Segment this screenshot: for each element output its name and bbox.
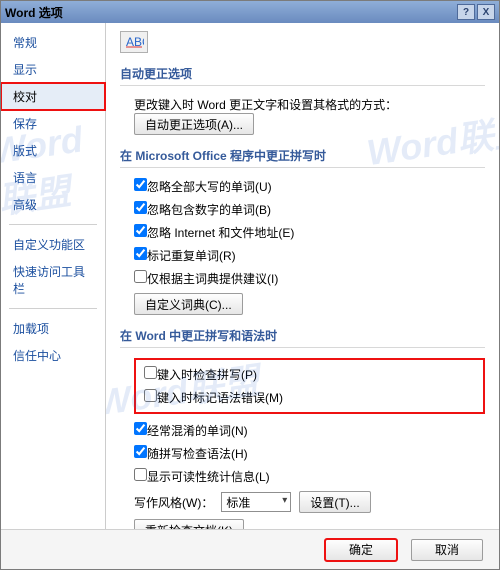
section-office-spell-title: 在 Microsoft Office 程序中更正拼写时 (120, 141, 485, 168)
sidebar-item-save[interactable]: 保存 (1, 110, 105, 137)
help-button[interactable]: ? (457, 4, 475, 20)
window-title: Word 选项 (5, 4, 457, 21)
ignore-internet-label: 忽略 Internet 和文件地址(E) (147, 226, 294, 240)
mark-grammar-typing-label: 键入时标记语法错误(M) (157, 391, 283, 405)
sidebar-item-general[interactable]: 常规 (1, 29, 105, 56)
confused-words-checkbox[interactable] (134, 422, 147, 435)
abc-icon: ABC (120, 31, 148, 53)
mark-grammar-typing-checkbox[interactable] (144, 389, 157, 402)
ignore-uppercase-checkbox[interactable] (134, 178, 147, 191)
confused-words-label: 经常混淆的单词(N) (147, 424, 248, 438)
sidebar-item-display[interactable]: 显示 (1, 56, 105, 83)
title-bar: Word 选项 ? X (1, 1, 499, 23)
writing-style-select[interactable]: 标准 (221, 492, 291, 512)
ignore-numbers-label: 忽略包含数字的单词(B) (147, 203, 271, 217)
main-dict-only-label: 仅根据主词典提供建议(I) (147, 272, 278, 286)
check-spelling-typing-label: 键入时检查拼写(P) (157, 368, 257, 382)
sidebar-divider (9, 224, 97, 225)
highlighted-panel-spellcheck: 键入时检查拼写(P) 键入时标记语法错误(M) (134, 358, 485, 414)
flag-repeated-checkbox[interactable] (134, 247, 147, 260)
sidebar-divider (9, 308, 97, 309)
sidebar-item-customize-ribbon[interactable]: 自定义功能区 (1, 231, 105, 258)
sidebar-item-layout[interactable]: 版式 (1, 137, 105, 164)
autocorrect-desc: 更改键入时 Word 更正文字和设置其格式的方式： (134, 96, 397, 113)
grammar-with-spelling-checkbox[interactable] (134, 445, 147, 458)
sidebar-item-proofing[interactable]: 校对 (1, 83, 105, 110)
close-button[interactable]: X (477, 4, 495, 20)
sidebar-item-qat[interactable]: 快速访问工具栏 (1, 258, 105, 302)
grammar-settings-button[interactable]: 设置(T)... (299, 491, 370, 513)
check-spelling-typing-checkbox[interactable] (144, 366, 157, 379)
cancel-button[interactable]: 取消 (411, 539, 483, 561)
sidebar-item-addins[interactable]: 加载项 (1, 315, 105, 342)
readability-stats-label: 显示可读性统计信息(L) (147, 470, 270, 484)
flag-repeated-label: 标记重复单词(R) (147, 249, 236, 263)
writing-style-label: 写作风格(W)： (134, 494, 213, 511)
section-word-spell-title: 在 Word 中更正拼写和语法时 (120, 321, 485, 348)
sidebar-item-trust-center[interactable]: 信任中心 (1, 342, 105, 369)
custom-dictionaries-button[interactable]: 自定义词典(C)... (134, 293, 243, 315)
sidebar: Word联盟 常规 显示 校对 保存 版式 语言 高级 自定义功能区 快速访问工… (1, 23, 106, 529)
recheck-document-button[interactable]: 重新检查文档(K) (134, 519, 244, 529)
ignore-uppercase-label: 忽略全部大写的单词(U) (147, 180, 272, 194)
ignore-numbers-checkbox[interactable] (134, 201, 147, 214)
readability-stats-checkbox[interactable] (134, 468, 147, 481)
sidebar-item-advanced[interactable]: 高级 (1, 191, 105, 218)
autocorrect-options-button[interactable]: 自动更正选项(A)... (134, 113, 254, 135)
content-pane: Word联盟 Word联盟 ABC 自动更正选项 更改键入时 Word 更正文字… (106, 23, 499, 529)
ignore-internet-checkbox[interactable] (134, 224, 147, 237)
sidebar-item-language[interactable]: 语言 (1, 164, 105, 191)
dialog-footer: 确定 取消 (1, 529, 499, 569)
section-autocorrect-title: 自动更正选项 (120, 59, 485, 86)
grammar-with-spelling-label: 随拼写检查语法(H) (147, 447, 248, 461)
ok-button[interactable]: 确定 (325, 539, 397, 561)
main-dict-only-checkbox[interactable] (134, 270, 147, 283)
